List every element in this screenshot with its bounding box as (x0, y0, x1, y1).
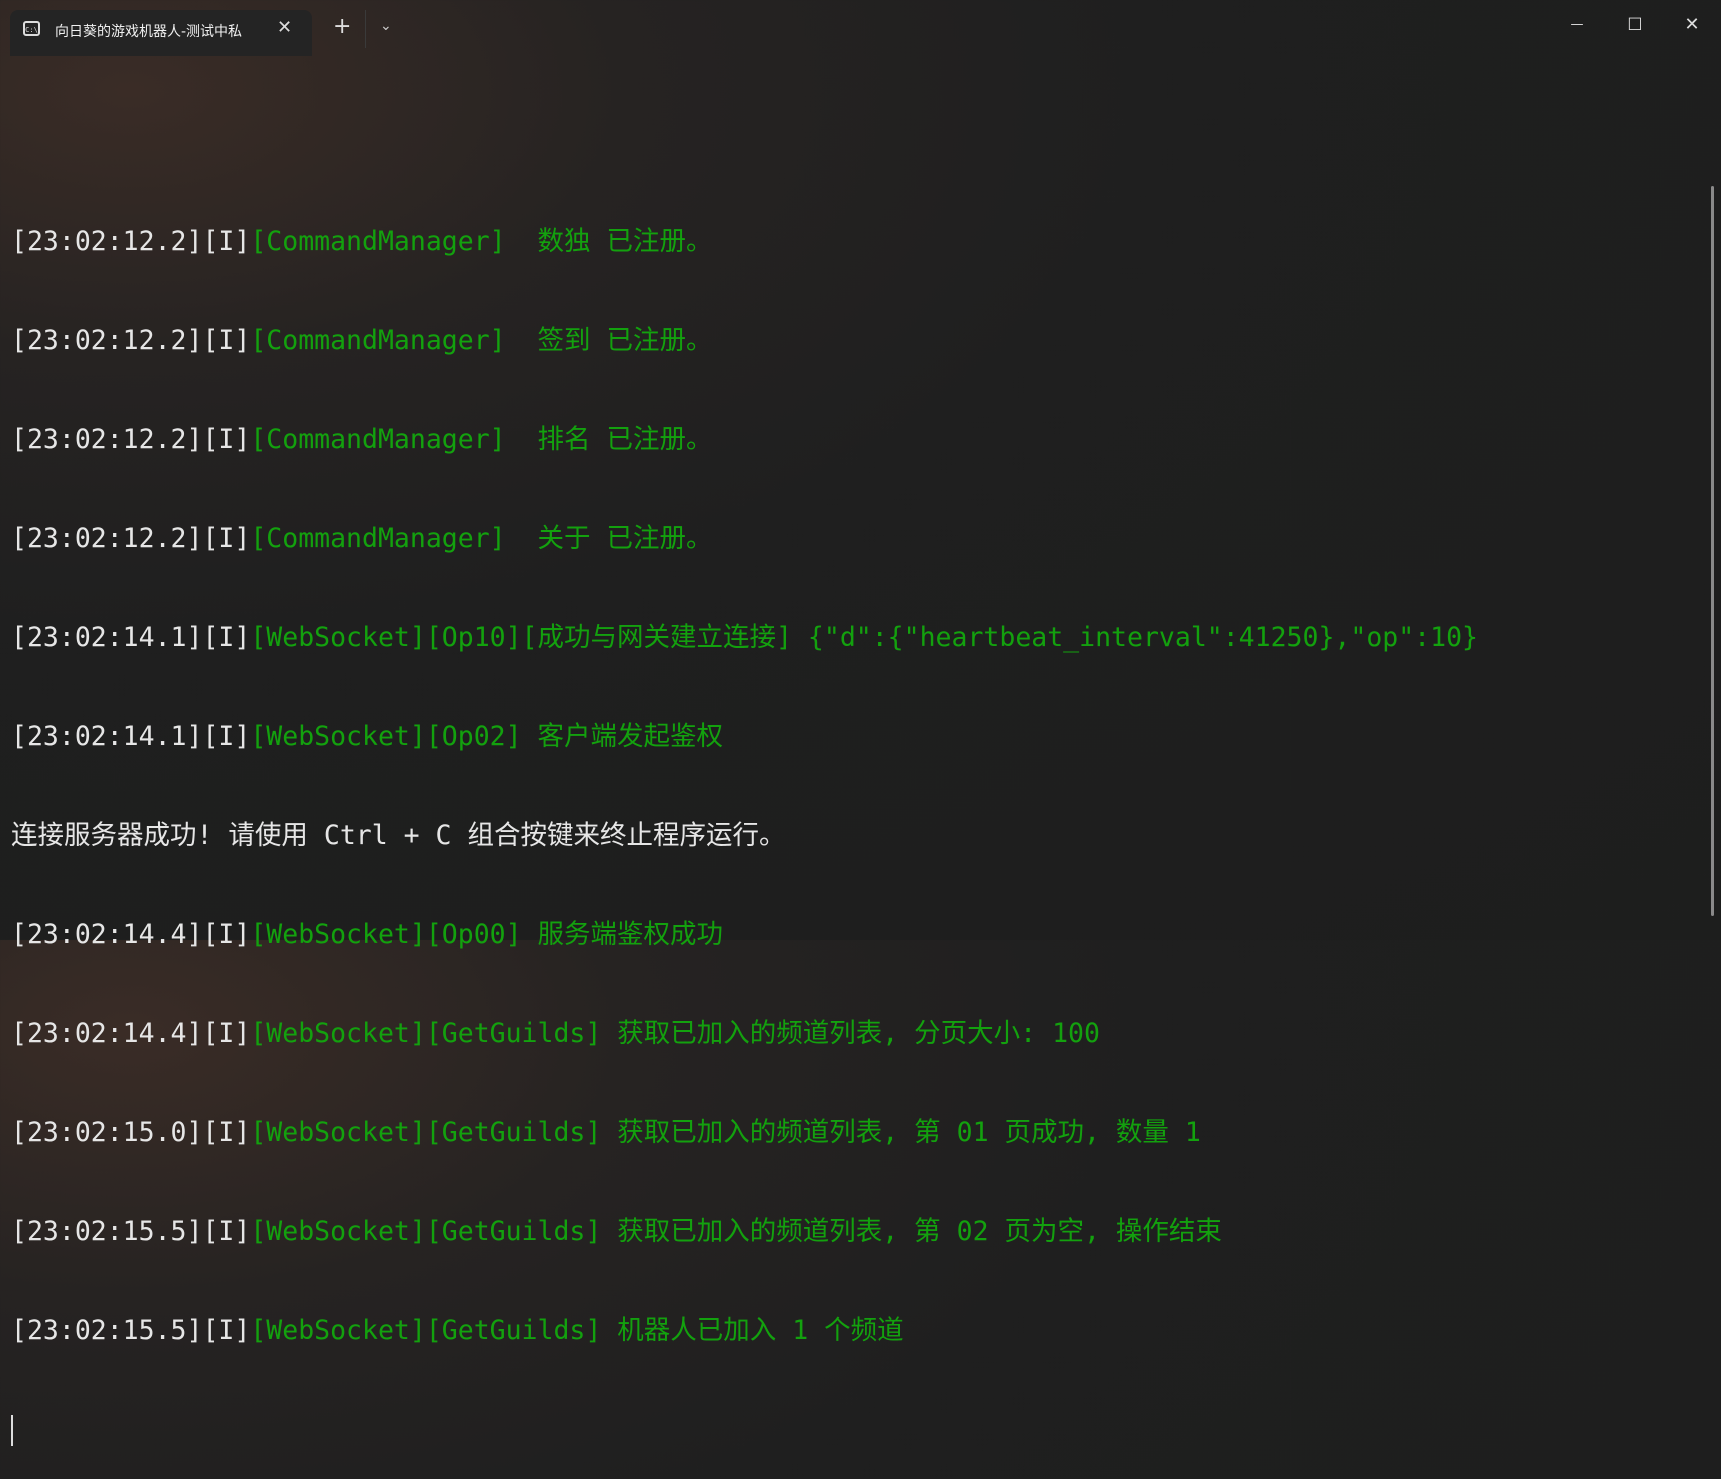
log-line: [23:02:12.2][I][CommandManager] 签到 已注册。 (11, 325, 713, 356)
tab-title: 向日葵的游戏机器人-测试中私 (55, 24, 243, 40)
scrollbar[interactable] (1711, 186, 1714, 916)
new-tab-button[interactable]: + (333, 14, 351, 39)
minimize-button[interactable]: — (1554, 10, 1600, 40)
text-cursor (11, 1415, 13, 1446)
log-line: [23:02:14.4][I][WebSocket][GetGuilds] 获取… (11, 1018, 1100, 1049)
log-line: [23:02:14.1][I][WebSocket][Op10][成功与网关建立… (11, 622, 1478, 653)
title-bar: C:\ 向日葵的游戏机器人-测试中私 ✕ + ⌄ — ☐ ✕ (0, 0, 1721, 56)
terminal-tab[interactable]: C:\ 向日葵的游戏机器人-测试中私 ✕ (10, 10, 312, 56)
log-line: [23:02:12.2][I][CommandManager] 关于 已注册。 (11, 523, 713, 554)
maximize-button[interactable]: ☐ (1612, 10, 1658, 40)
log-line: 连接服务器成功! 请使用 Ctrl + C 组合按键来终止程序运行。 (11, 820, 786, 851)
log-line: [23:02:12.2][I][CommandManager] 数独 已注册。 (11, 226, 713, 257)
close-button[interactable]: ✕ (1669, 10, 1715, 40)
log-line: [23:02:12.2][I][CommandManager] 排名 已注册。 (11, 424, 713, 455)
divider (365, 10, 366, 48)
log-line: [23:02:15.5][I][WebSocket][GetGuilds] 机器… (11, 1315, 904, 1346)
log-line: [23:02:14.4][I][WebSocket][Op00] 服务端鉴权成功 (11, 919, 724, 950)
terminal-icon: C:\ (23, 21, 40, 36)
tab-close-icon[interactable]: ✕ (277, 17, 292, 38)
chevron-down-icon[interactable]: ⌄ (380, 18, 392, 34)
log-line: [23:02:15.5][I][WebSocket][GetGuilds] 获取… (11, 1216, 1222, 1247)
log-line: [23:02:15.0][I][WebSocket][GetGuilds] 获取… (11, 1117, 1201, 1148)
log-line: [23:02:14.1][I][WebSocket][Op02] 客户端发起鉴权 (11, 721, 724, 752)
terminal-output[interactable]: [23:02:12.2][I][CommandManager] 数独 已注册。 … (11, 159, 1478, 1479)
